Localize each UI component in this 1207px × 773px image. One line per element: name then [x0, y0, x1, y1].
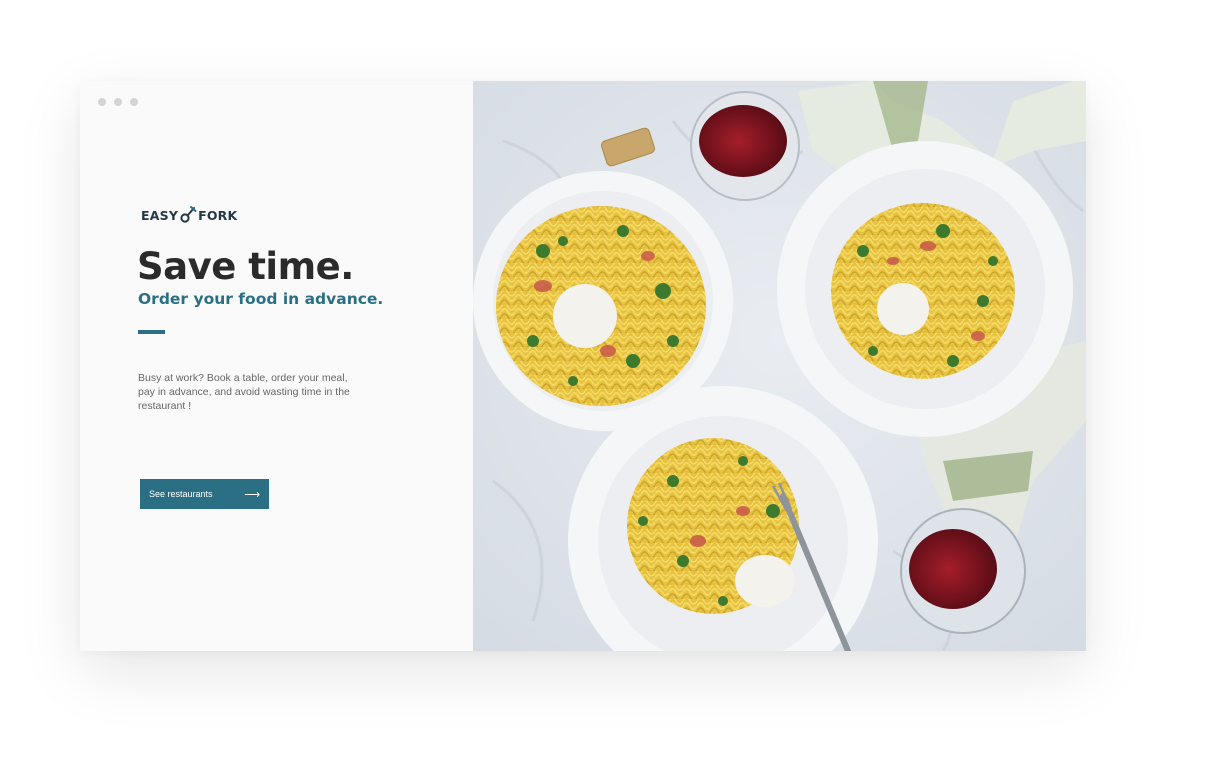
see-restaurants-button[interactable]: See restaurants ⟶: [140, 479, 269, 509]
brand-name-left: EASY: [141, 207, 179, 223]
hero-image: [473, 81, 1086, 651]
page-subtitle: Order your food in advance.: [138, 290, 384, 308]
fork-icon: [180, 206, 197, 223]
pasta-dishes-photo: [473, 81, 1086, 651]
brand-name-right: FORK: [198, 207, 238, 223]
arrow-right-icon: ⟶: [244, 488, 260, 501]
hero-text-panel: EASY FORK Save time. Order your food in …: [80, 81, 473, 651]
see-restaurants-label: See restaurants: [149, 489, 213, 499]
brand-logo[interactable]: EASY FORK: [141, 205, 237, 225]
page-title: Save time.: [137, 245, 354, 288]
landing-window: EASY FORK Save time. Order your food in …: [80, 81, 1086, 651]
hero-description: Busy at work? Book a table, order your m…: [138, 372, 350, 412]
accent-divider: [138, 330, 165, 334]
